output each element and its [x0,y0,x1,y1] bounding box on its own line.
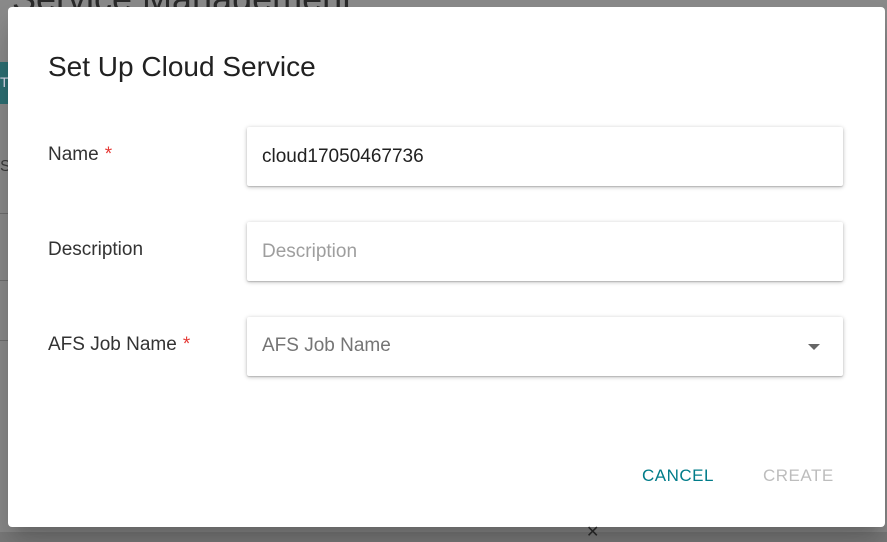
chevron-down-icon[interactable] [808,344,820,350]
required-mark: * [182,334,191,355]
afs-job-name-label: AFS Job Name * [48,334,190,356]
background-divider [0,340,8,341]
create-button[interactable]: CREATE [755,462,842,490]
background-divider [0,213,8,214]
description-field[interactable] [247,222,843,281]
background-divider [0,280,8,281]
description-label: Description [48,239,144,260]
required-mark: * [104,144,113,165]
cancel-button[interactable]: CANCEL [634,462,722,490]
name-field[interactable] [247,127,843,186]
name-label: Name * [48,144,112,166]
grid-icon [524,0,548,13]
description-input[interactable] [262,222,822,281]
setup-cloud-service-dialog: Set Up Cloud Service Name* Description A… [8,7,885,527]
dialog-title: Set Up Cloud Service [48,51,316,82]
afs-job-name-value: AFS Job Name [262,335,391,356]
name-label-text: Name [48,144,99,165]
afs-job-name-label-text: AFS Job Name [48,334,177,355]
name-input[interactable] [262,127,822,186]
background-close-icon: ✕ [586,524,600,541]
afs-job-name-select[interactable]: AFS Job Name [247,317,843,376]
